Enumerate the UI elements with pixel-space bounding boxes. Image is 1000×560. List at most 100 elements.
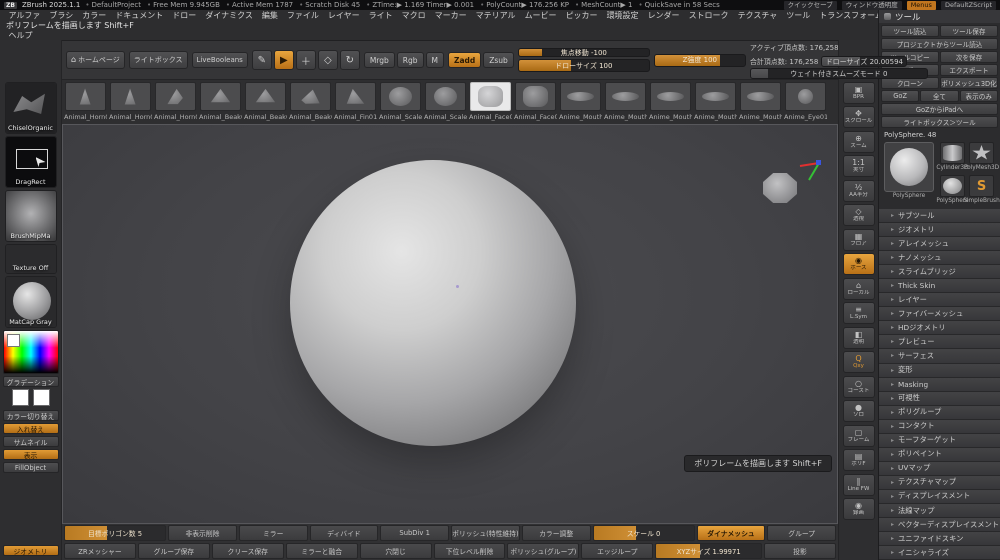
menu-item[interactable]: レンダー bbox=[643, 10, 684, 21]
menu-item[interactable]: ストローク bbox=[684, 10, 733, 21]
edit-mode-button[interactable]: ↻ bbox=[339, 50, 360, 70]
shelf-button[interactable]: ◉ 録画 bbox=[842, 498, 875, 520]
geometry-control[interactable]: SubDiv 1 bbox=[380, 525, 450, 541]
tool-palette-button[interactable]: プロジェクトからツール読込 bbox=[881, 38, 998, 50]
menu-item[interactable]: ドロー bbox=[168, 10, 201, 21]
default-zscript-button[interactable]: DefaultZScript bbox=[940, 0, 996, 10]
tool-palette-button[interactable]: 表示のみ bbox=[959, 90, 998, 102]
tool-palette-button[interactable]: ライトボックス＞ツール bbox=[881, 116, 998, 128]
geometry-control[interactable]: ミラー bbox=[238, 525, 308, 541]
tool-palette-button[interactable]: 次を保存 bbox=[940, 51, 998, 63]
tool-palette-button[interactable]: ポリメッシュ3D化 bbox=[940, 77, 998, 89]
menu-item[interactable]: マクロ bbox=[397, 10, 430, 21]
edit-mode-button[interactable]: ＋ bbox=[295, 50, 316, 70]
menu-item[interactable]: ファイル bbox=[282, 10, 323, 21]
tool-section-header[interactable]: イニシャライズ bbox=[879, 546, 1000, 560]
geometry-control[interactable]: 目標ポリゴン数 5 bbox=[64, 525, 167, 541]
geometry-control[interactable]: カラー調整 bbox=[521, 525, 591, 541]
tool-section-header[interactable]: サーフェス bbox=[879, 349, 1000, 364]
sculpt-mode-button[interactable]: Zsub bbox=[483, 52, 514, 68]
shelf-button[interactable]: ▢ フレーム bbox=[842, 424, 875, 447]
document-canvas[interactable]: ポリフレームを描画します Shift+F bbox=[62, 124, 838, 524]
geometry-control[interactable]: ポリッシュ(特性維持) bbox=[451, 525, 520, 541]
sculpt-mode-button[interactable]: Zadd bbox=[448, 52, 482, 68]
tool-section-header[interactable]: ナノメッシュ bbox=[879, 251, 1000, 266]
shelf-button[interactable]: ½ AA半分 bbox=[842, 179, 875, 202]
tool-section-header[interactable]: テクスチャマップ bbox=[879, 475, 1000, 490]
tool-palette-button[interactable]: GoZからiPadへ bbox=[881, 103, 998, 115]
sidebar-button[interactable]: サムネイル bbox=[2, 436, 59, 447]
menu-item[interactable]: アルファ bbox=[4, 10, 45, 21]
mesh-thumbnail[interactable]: Anime_Mouth0 bbox=[604, 82, 647, 124]
mesh-thumbnail[interactable]: Animal_Horn04 bbox=[109, 82, 152, 124]
tool-palette-button[interactable]: GoZ bbox=[881, 90, 920, 102]
shelf-button[interactable]: ● ソロ bbox=[842, 400, 875, 422]
geometry-control[interactable]: ポリッシュ(グループ) bbox=[507, 543, 580, 559]
mesh-thumbnail[interactable]: Animal_Horn05 bbox=[154, 82, 197, 124]
geometry-control[interactable]: ZRメッシャー bbox=[64, 543, 136, 559]
livebooleans-button[interactable]: LiveBooleans bbox=[191, 52, 248, 68]
geometry-control[interactable]: ミラーと融合 bbox=[285, 543, 358, 559]
recent-tool-slot[interactable]: SimpleBrush bbox=[963, 175, 1000, 206]
tool-section-header[interactable]: プレビュー bbox=[879, 335, 1000, 350]
tool-section-header[interactable]: モーフターゲット bbox=[879, 433, 1000, 448]
homepage-button[interactable]: ⌂ ホームページ bbox=[66, 51, 125, 69]
draw-size-slider[interactable]: ドローサイズ 100 bbox=[517, 59, 650, 72]
menu-item[interactable]: ドキュメント bbox=[111, 10, 168, 21]
color-picker[interactable] bbox=[2, 330, 59, 374]
mesh-thumbnail[interactable]: Animal_Beak02 bbox=[244, 82, 287, 124]
paint-mode-button[interactable]: Mrgb bbox=[363, 52, 395, 68]
geometry-control[interactable]: エッジループ bbox=[581, 543, 654, 559]
polysphere-model[interactable] bbox=[290, 160, 576, 446]
shelf-button[interactable]: ✥ スクロール bbox=[842, 106, 875, 128]
shelf-button[interactable]: 1:1 実寸 bbox=[842, 155, 875, 177]
edit-mode-button[interactable]: ▶ bbox=[273, 50, 294, 70]
menu-item[interactable]: トランスフォーム bbox=[815, 10, 878, 21]
color-picker-swatch[interactable] bbox=[6, 334, 20, 347]
tool-section-header[interactable]: レイヤー bbox=[879, 293, 1000, 308]
geometry-control[interactable]: グループ bbox=[767, 525, 837, 541]
menu-item[interactable]: マテリアル bbox=[471, 10, 520, 21]
tool-section-header[interactable]: ジオメトリ bbox=[879, 223, 1000, 238]
geometry-control[interactable]: スケール 0 bbox=[592, 525, 695, 541]
active-tool-slot[interactable]: PolySphere bbox=[883, 142, 935, 206]
tool-section-header[interactable]: 可視性 bbox=[879, 391, 1000, 406]
recent-tool-slot[interactable]: Cylinder3D bbox=[936, 142, 969, 173]
menu-item[interactable]: ムービー bbox=[520, 10, 561, 21]
shelf-button[interactable]: ◉ ポーズ bbox=[842, 253, 875, 275]
geometry-control[interactable]: 非表示削除 bbox=[168, 525, 237, 541]
recent-tool-slot[interactable]: PolySphere bbox=[936, 175, 969, 206]
tool-section-header[interactable]: 変形 bbox=[879, 363, 1000, 378]
tool-section-header[interactable]: Thick Skin bbox=[879, 279, 1000, 294]
material-selector[interactable]: MatCap Gray bbox=[4, 276, 57, 328]
geometry-control[interactable]: 穴閉じ bbox=[359, 543, 432, 559]
tool-palette-button[interactable]: ツール読込 bbox=[881, 25, 939, 37]
geometry-control[interactable]: ダイナメッシュ bbox=[696, 525, 766, 541]
sidebar-button[interactable]: 表示 bbox=[2, 449, 59, 460]
shelf-button[interactable]: ○ ゴースト bbox=[842, 375, 875, 398]
shelf-button[interactable]: ⊕ ズーム bbox=[842, 130, 875, 153]
recent-tool-slot[interactable]: PolyMesh3D bbox=[964, 142, 999, 173]
shelf-button[interactable]: ◇ 透視 bbox=[842, 204, 875, 226]
active-tool-thumbnail[interactable] bbox=[884, 142, 934, 192]
tool-palette-button[interactable]: ツール保存 bbox=[940, 25, 998, 37]
paint-mode-button[interactable]: Rgb bbox=[396, 52, 424, 68]
geometry-control[interactable]: XYZサイズ 1.99971 bbox=[655, 543, 763, 559]
mesh-thumbnail[interactable]: Animal_Beak01 bbox=[199, 82, 242, 124]
sidebar-button[interactable]: カラー切り替え bbox=[2, 410, 59, 421]
mesh-thumbnail[interactable]: Animal_Horn03 bbox=[64, 82, 107, 124]
shelf-button[interactable]: ▣ BPR bbox=[842, 81, 875, 104]
tool-palette-button[interactable]: エクスポート bbox=[940, 64, 998, 76]
tool-section-header[interactable]: ファイバーメッシュ bbox=[879, 307, 1000, 322]
tool-section-header[interactable]: Masking bbox=[879, 377, 1000, 392]
shelf-button[interactable]: ≡ L.Sym bbox=[842, 302, 875, 324]
tool-section-header[interactable]: ユニファイドスキン bbox=[879, 532, 1000, 547]
menu-item[interactable]: 環境設定 bbox=[602, 10, 643, 21]
sidebar-button[interactable]: FillObject bbox=[2, 462, 59, 473]
shelf-button[interactable]: ◧ 透明 bbox=[842, 326, 875, 349]
secondary-color-swatch[interactable] bbox=[32, 389, 50, 406]
window-opacity-button[interactable]: ウィンドウ透明度 bbox=[841, 0, 902, 10]
menu-item[interactable]: マーカー bbox=[430, 10, 471, 21]
tool-palette-button[interactable]: 全て bbox=[920, 90, 959, 102]
mesh-thumbnail[interactable]: Anime_Mouth0 bbox=[649, 82, 692, 124]
